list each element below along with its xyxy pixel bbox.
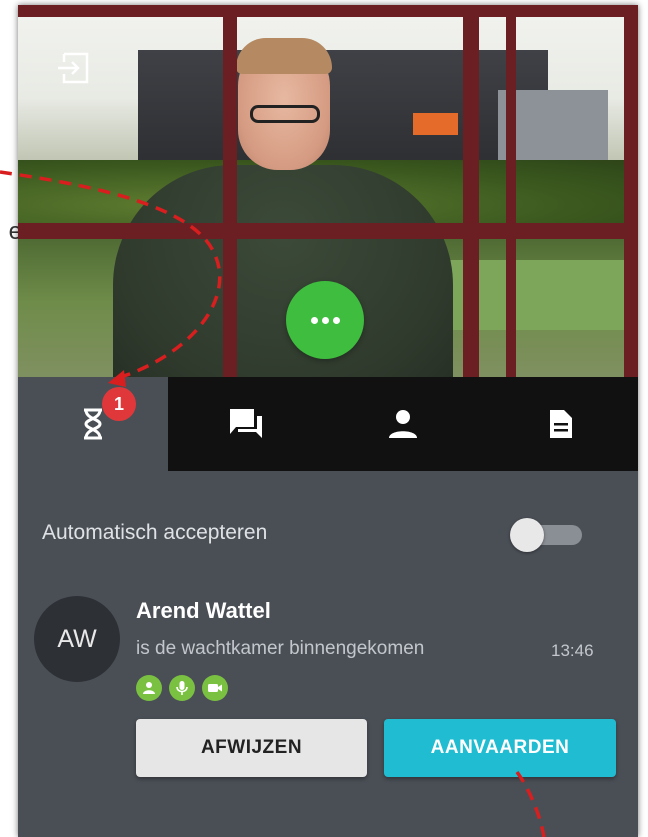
- more-horizontal-icon: [310, 316, 318, 324]
- window-frame-top: [18, 5, 638, 17]
- document-icon: [549, 410, 572, 438]
- window-frame-left-post: [223, 5, 237, 377]
- window-frame-right-sash: [506, 5, 516, 377]
- accept-button[interactable]: AANVAARDEN: [384, 719, 616, 777]
- camera-icon: [202, 675, 228, 701]
- tab-bar: 1: [18, 377, 638, 471]
- tab-chat[interactable]: [168, 377, 323, 471]
- participant-body: [113, 165, 453, 377]
- participant-hair: [236, 38, 332, 74]
- person-icon: [136, 675, 162, 701]
- window-frame-edge: [624, 5, 638, 377]
- more-dot: [332, 316, 340, 324]
- capability-icons: [136, 675, 235, 701]
- microphone-icon: [169, 675, 195, 701]
- notification-badge: 1: [102, 387, 136, 421]
- auto-accept-label: Automatisch accepteren: [42, 521, 268, 544]
- app-window: 1 Automatisch accepteren AW Arend Wattel…: [18, 5, 638, 837]
- waiting-room-panel: Automatisch accepteren AW Arend Wattel i…: [18, 471, 638, 837]
- toggle-knob: [510, 518, 544, 552]
- caller-name: Arend Wattel: [136, 598, 271, 623]
- more-options-button[interactable]: [286, 281, 364, 359]
- tab-documents[interactable]: [483, 377, 638, 471]
- reject-button[interactable]: AFWIJZEN: [136, 719, 367, 777]
- exit-to-app-icon[interactable]: [56, 51, 90, 85]
- window-frame-right-post: [463, 5, 479, 377]
- video-background-building: [138, 50, 548, 170]
- chat-icon: [229, 409, 262, 438]
- auto-accept-toggle[interactable]: [510, 518, 584, 552]
- caller-status: is de wachtkamer binnengekomen: [136, 638, 425, 659]
- tab-participants[interactable]: [323, 377, 483, 471]
- avatar: AW: [34, 596, 120, 682]
- hourglass-icon: [84, 408, 102, 440]
- video-feed: [18, 5, 638, 377]
- tab-waiting-room[interactable]: 1: [18, 377, 168, 471]
- video-background-detail: [413, 113, 458, 135]
- participant-glasses: [250, 105, 320, 123]
- window-frame-middle: [18, 223, 638, 239]
- request-time: 13:46: [551, 641, 594, 660]
- more-dot: [321, 316, 329, 324]
- person-icon: [389, 410, 417, 438]
